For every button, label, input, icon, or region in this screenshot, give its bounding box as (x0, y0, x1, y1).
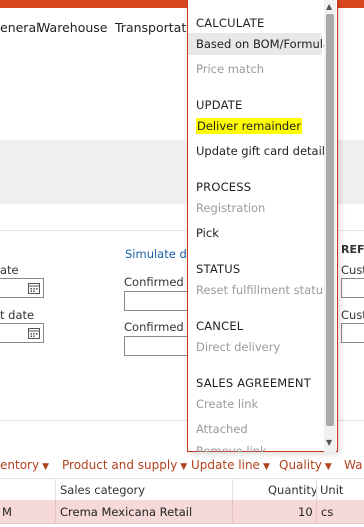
menu-item-update-gift-card[interactable]: Update gift card details (188, 140, 331, 162)
scroll-up-icon[interactable]: ▲ (326, 2, 332, 11)
customer-label-a: Custo (341, 263, 364, 277)
unit-cell[interactable]: cs (321, 505, 333, 519)
sales-category-cell[interactable]: Crema Mexicana Retail (60, 505, 192, 519)
update-line-menu-label: Update line (191, 458, 260, 472)
column-separator (55, 500, 56, 523)
menu-heading-update: UPDATE (196, 98, 243, 112)
menu-item-based-on-bom[interactable]: Based on BOM/Formula (188, 33, 330, 55)
row-cell-truncated: M (2, 505, 12, 519)
menu-item-create-link: Create link (196, 397, 259, 411)
calendar-icon[interactable] (28, 282, 40, 294)
tab-general[interactable]: eneral (0, 20, 40, 35)
date-label-a: ate (0, 263, 19, 277)
simulate-link[interactable]: Simulate de (125, 247, 194, 261)
scroll-down-icon[interactable]: ▼ (326, 438, 332, 447)
table-row[interactable]: M Crema Mexicana Retail 10 cs (0, 500, 364, 524)
column-separator (316, 479, 317, 501)
inventory-menu[interactable]: entory ▼ (0, 458, 49, 472)
column-separator (316, 500, 317, 523)
menu-heading-cancel: CANCEL (196, 319, 244, 333)
menu-item-remove-link: Remove link (196, 444, 267, 452)
menu-item-reset-fulfillment: Reset fulfillment status (196, 283, 330, 297)
product-supply-menu-label: Product and supply (62, 458, 178, 472)
customer-label-b: Custo (341, 308, 364, 322)
update-line-menu[interactable]: Update line ▼ (191, 458, 270, 472)
menu-item-price-match: Price match (196, 62, 265, 76)
functions-dropdown-menu: CALCULATE Based on BOM/Formula Price mat… (187, 0, 338, 452)
unit-header[interactable]: Unit (320, 483, 343, 497)
menu-item-direct-delivery: Direct delivery (196, 340, 281, 354)
customer-field-b[interactable] (341, 323, 364, 343)
sales-category-header[interactable]: Sales category (60, 483, 145, 497)
date-label-b: t date (0, 308, 35, 322)
menu-heading-process: PROCESS (196, 180, 252, 194)
column-separator (232, 479, 233, 501)
chevron-down-icon: ▼ (262, 462, 270, 472)
quantity-header[interactable]: Quantity (268, 483, 318, 497)
chevron-down-icon: ▼ (42, 462, 49, 472)
quality-menu[interactable]: Quality ▼ (279, 458, 332, 472)
inventory-menu-label: entory (0, 458, 40, 472)
date-field-b[interactable] (0, 323, 44, 343)
menu-item-attached: Attached (196, 422, 248, 436)
confirmed-ship-field[interactable] (124, 291, 194, 311)
reference-heading: REFE (341, 243, 364, 256)
line-action-bar: entory ▼ Product and supply ▼ Update line ▼… (0, 454, 364, 476)
menu-heading-status: STATUS (196, 262, 241, 276)
calendar-icon[interactable] (28, 327, 40, 339)
menu-scrollbar[interactable]: ▲ ▼ (324, 0, 336, 452)
customer-field-a[interactable] (341, 278, 364, 298)
warehouse-menu[interactable]: Wa (344, 458, 362, 472)
tab-warehouse[interactable]: Warehouse (38, 20, 107, 35)
menu-heading-sales-agreement: SALES AGREEMENT (196, 376, 311, 390)
deliver-remainder-label: Deliver remainder (196, 118, 302, 134)
date-field-a[interactable] (0, 278, 44, 298)
column-separator (232, 500, 233, 523)
tab-transportation[interactable]: Transportatio (115, 20, 197, 35)
chevron-down-icon: ▼ (324, 462, 332, 472)
quantity-cell[interactable]: 10 (298, 505, 313, 519)
menu-heading-calculate: CALCULATE (196, 16, 265, 30)
menu-item-registration: Registration (196, 201, 266, 215)
lines-table-header: Sales category Quantity Unit (0, 478, 364, 502)
scrollbar-thumb[interactable] (326, 14, 334, 426)
product-supply-menu[interactable]: Product and supply ▼ (62, 458, 187, 472)
menu-item-deliver-remainder[interactable]: Deliver remainder (188, 115, 322, 137)
column-separator (55, 479, 56, 501)
warehouse-menu-label: Wa (344, 458, 363, 472)
quality-menu-label: Quality (279, 458, 322, 472)
confirmed-receipt-field[interactable] (124, 336, 194, 356)
menu-item-pick[interactable]: Pick (188, 222, 322, 244)
chevron-down-icon: ▼ (180, 462, 188, 472)
